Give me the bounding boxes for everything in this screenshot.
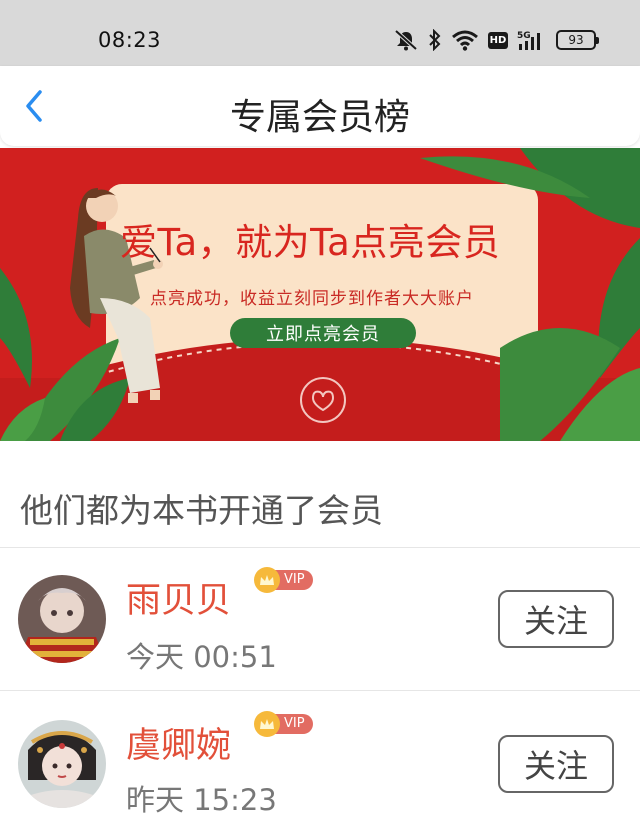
crown-icon bbox=[254, 567, 280, 593]
status-icons: HD 5G 93 bbox=[393, 28, 599, 52]
status-time: 08:23 bbox=[98, 28, 162, 52]
follow-button[interactable]: 关注 bbox=[498, 590, 614, 648]
hd-icon: HD bbox=[488, 31, 508, 49]
status-bar: 08:23 HD 5G 93 bbox=[0, 0, 640, 66]
member-name[interactable]: 虞卿婉 bbox=[126, 717, 231, 768]
bluetooth-icon bbox=[429, 29, 441, 51]
wifi-icon bbox=[452, 30, 478, 51]
mute-icon bbox=[394, 29, 418, 51]
network-label: 5G bbox=[517, 31, 531, 41]
section-title: 他们都为本书开通了会员 bbox=[20, 491, 383, 530]
vip-badge: VIP bbox=[254, 567, 313, 593]
avatar[interactable] bbox=[18, 575, 106, 663]
crown-icon bbox=[254, 711, 280, 737]
5g-signal-icon: 5G bbox=[517, 31, 540, 50]
member-time: 昨天 15:23 bbox=[126, 783, 277, 817]
nav-header: 专属会员榜 bbox=[0, 66, 640, 146]
light-up-membership-button[interactable]: 立即点亮会员 bbox=[230, 318, 416, 348]
banner-headline: 爱Ta，就为Ta点亮会员 bbox=[120, 221, 501, 264]
promo-banner[interactable]: 爱Ta，就为Ta点亮会员 点亮成功，收益立刻同步到作者大大账户 立即点亮会员 bbox=[0, 148, 640, 441]
banner-subline: 点亮成功，收益立刻同步到作者大大账户 bbox=[150, 289, 474, 309]
member-name[interactable]: 雨贝贝 bbox=[126, 572, 231, 623]
battery-icon: 93 bbox=[556, 30, 599, 50]
avatar-image bbox=[18, 720, 106, 808]
member-row: 虞卿婉 VIP 昨天 15:23 关注 bbox=[0, 691, 640, 831]
member-row: 雨贝贝 VIP 今天 00:51 关注 bbox=[0, 548, 640, 688]
page-title: 专属会员榜 bbox=[229, 97, 410, 138]
avatar[interactable] bbox=[18, 720, 106, 808]
follow-button[interactable]: 关注 bbox=[498, 735, 614, 793]
member-time: 今天 00:51 bbox=[126, 640, 277, 674]
avatar-image bbox=[18, 575, 106, 663]
vip-badge: VIP bbox=[254, 711, 313, 737]
